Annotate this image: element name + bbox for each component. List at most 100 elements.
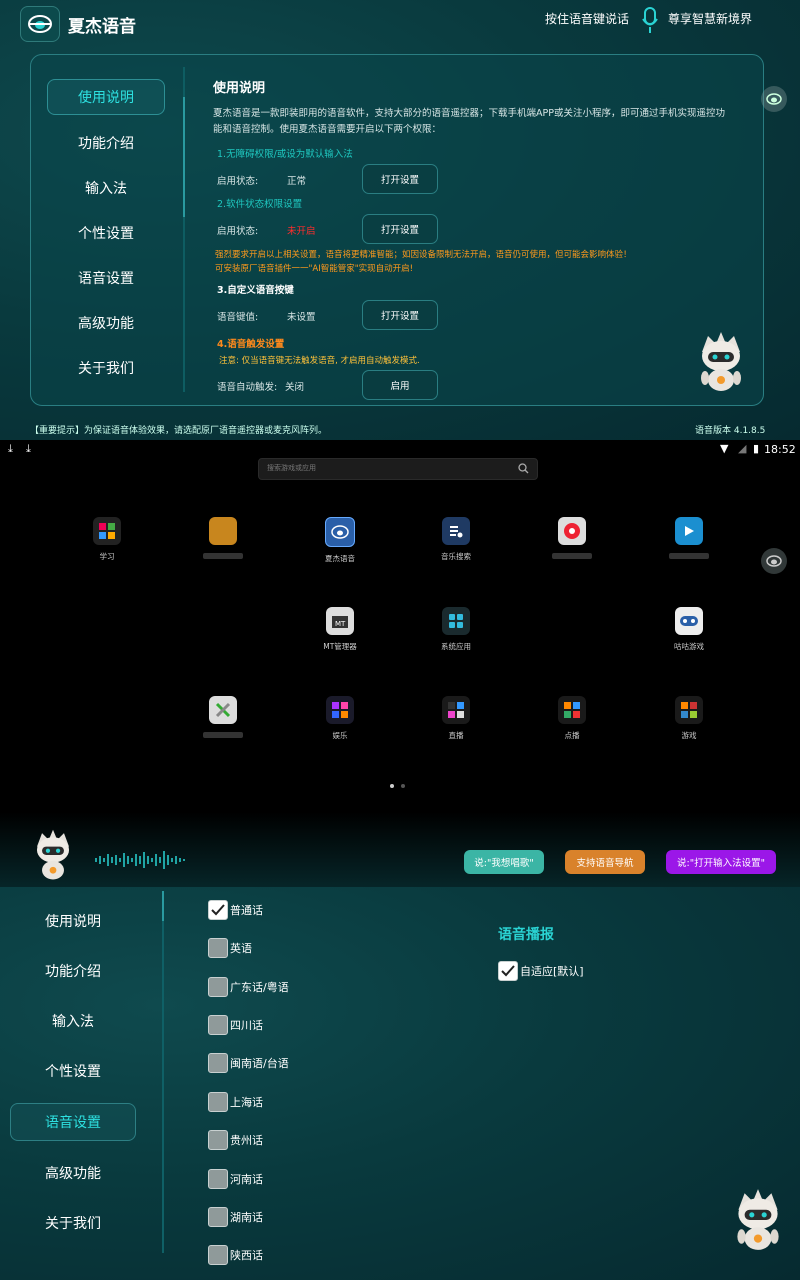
robot-mascot-icon: [694, 330, 748, 398]
language-checkbox[interactable]: 湖南话: [208, 1206, 263, 1228]
app-xiajie-voice[interactable]: 夏杰语音: [300, 517, 380, 563]
checkbox-checked-icon: [208, 900, 228, 920]
open-settings-button[interactable]: 打开设置: [362, 214, 438, 244]
suggestion-chip-navigation[interactable]: 支持语音导航: [565, 850, 645, 874]
system-apps-icon: [442, 607, 470, 635]
entertainment-icon: [326, 696, 354, 724]
sidebar-item-usage[interactable]: 使用说明: [10, 903, 136, 939]
suggestion-chip-input-settings[interactable]: 说:"打开输入法设置": [666, 850, 776, 874]
usage-screen: 夏杰语音 按住语音键说话 尊享智慧新境界 使用说明 功能介绍 输入法 个性设置 …: [0, 0, 800, 440]
app-gugu-games[interactable]: 咕咕游戏: [649, 607, 729, 651]
microphone-icon: [642, 6, 658, 34]
language-checkbox[interactable]: 陕西话: [208, 1244, 263, 1266]
status-bar: ⤓ ⤓ ▼ ◢ ▮ 18:52: [0, 440, 800, 460]
key-value: 未设置: [287, 312, 316, 323]
version-label: 语音版本 4.1.8.5: [695, 426, 766, 436]
checkbox-icon: [208, 1015, 228, 1035]
broadcast-checkbox[interactable]: 自适应[默认]: [498, 960, 584, 982]
mt-manager-icon: MT: [326, 607, 354, 635]
scrollbar[interactable]: [183, 67, 185, 392]
custom-key-row: 语音键值: 未设置 打开设置: [213, 300, 733, 330]
tools-icon: [209, 696, 237, 724]
sidebar-item-usage[interactable]: 使用说明: [47, 79, 165, 115]
live-icon: [442, 696, 470, 724]
open-settings-button[interactable]: 打开设置: [362, 300, 438, 330]
open-settings-button[interactable]: 打开设置: [362, 164, 438, 194]
status-value: 未开启: [287, 226, 316, 237]
checkbox-icon: [208, 1169, 228, 1189]
app-mt-manager[interactable]: MT MT管理器: [300, 607, 380, 651]
enable-button[interactable]: 启用: [362, 370, 438, 400]
language-checkbox[interactable]: 四川话: [208, 1014, 263, 1036]
svg-text:MT: MT: [335, 620, 346, 628]
app-study[interactable]: 学习: [67, 517, 147, 561]
app-system-apps[interactable]: 系统应用: [416, 607, 496, 651]
sidebar-item-voice[interactable]: 语音设置: [10, 1103, 136, 1141]
usage-content: 使用说明 夏杰语音是一款即装即用的语音软件，支持大部分的语音遥控器；下载手机端A…: [213, 77, 733, 400]
page-title: 使用说明: [213, 81, 266, 96]
gamepad-icon: [675, 607, 703, 635]
search-input[interactable]: 搜索游戏或应用: [258, 458, 538, 480]
language-checkbox[interactable]: 广东话/粤语: [208, 976, 289, 998]
checkbox-icon: [208, 1053, 228, 1073]
checkbox-icon: [208, 1207, 228, 1227]
sidebar-item-personal[interactable]: 个性设置: [47, 216, 165, 250]
section-permission-title: 2.软件状态权限设置: [217, 199, 303, 210]
suggestion-chip-sing[interactable]: 说:"我想唱歌": [464, 850, 544, 874]
sidebar-item-advanced[interactable]: 高级功能: [10, 1155, 136, 1191]
voice-settings-screen: 使用说明 功能介绍 输入法 个性设置 语音设置 高级功能 关于我们 普通话 英语…: [0, 887, 800, 1280]
video-icon: [675, 517, 703, 545]
trigger-row: 语音自动触发: 关闭 启用: [213, 370, 733, 400]
page-indicator-dot[interactable]: [390, 784, 394, 788]
app-blurred-2[interactable]: [532, 517, 612, 561]
status-label: 启用状态:: [217, 176, 259, 187]
sidebar-item-about[interactable]: 关于我们: [10, 1205, 136, 1241]
checkbox-icon: [208, 1130, 228, 1150]
language-checkbox[interactable]: 英语: [208, 937, 252, 959]
app-icon: [558, 517, 586, 545]
app-blurred-1[interactable]: [183, 517, 263, 561]
app-tools[interactable]: [183, 696, 263, 740]
app-music-search[interactable]: 音乐搜索: [416, 517, 496, 561]
page-indicator-dot[interactable]: [401, 784, 405, 788]
app-vod[interactable]: 点播: [532, 696, 612, 740]
sidebar-item-features[interactable]: 功能介绍: [47, 126, 165, 160]
app-entertainment[interactable]: 娱乐: [300, 696, 380, 740]
language-checkbox[interactable]: 闽南语/台语: [208, 1052, 289, 1074]
app-games[interactable]: 游戏: [649, 696, 729, 740]
floating-ball-icon[interactable]: [761, 548, 787, 574]
sound-wave-icon: [94, 850, 186, 874]
signal-icon: ◢: [738, 442, 747, 455]
sidebar-item-features[interactable]: 功能介绍: [10, 953, 136, 989]
language-checkbox[interactable]: 贵州话: [208, 1129, 263, 1151]
language-checkbox[interactable]: 上海话: [208, 1091, 263, 1113]
status-label: 启用状态:: [217, 226, 259, 237]
permission-row: 启用状态: 未开启 打开设置: [213, 214, 733, 244]
sidebar-item-input-method[interactable]: 输入法: [47, 171, 165, 205]
scrollbar[interactable]: [162, 891, 164, 1253]
trigger-label: 语音自动触发:: [217, 382, 278, 393]
voice-app-icon: [325, 517, 355, 547]
key-label: 语音键值:: [217, 312, 259, 323]
wifi-icon: ▼: [720, 442, 729, 455]
sidebar-item-input-method[interactable]: 输入法: [10, 1003, 136, 1039]
sidebar-item-advanced[interactable]: 高级功能: [47, 306, 165, 340]
app-live[interactable]: 直播: [416, 696, 496, 740]
sidebar-item-about[interactable]: 关于我们: [47, 351, 165, 385]
floating-ball-icon[interactable]: [761, 86, 787, 112]
robot-mascot-icon: [730, 1187, 786, 1257]
settings-panel: 使用说明 功能介绍 输入法 个性设置 语音设置 高级功能 关于我们 使用说明 夏…: [30, 54, 764, 406]
voice-broadcast-title: 语音播报: [498, 927, 554, 943]
download-icon: ⤓: [8, 442, 13, 455]
app-blurred-3[interactable]: [649, 517, 729, 561]
language-checkbox[interactable]: 河南话: [208, 1168, 263, 1190]
language-checkbox[interactable]: 普通话: [208, 899, 263, 921]
checkbox-checked-icon: [498, 961, 518, 981]
sidebar-item-voice[interactable]: 语音设置: [47, 261, 165, 295]
sidebar-item-personal[interactable]: 个性设置: [10, 1053, 136, 1089]
games-icon: [675, 696, 703, 724]
vod-icon: [558, 696, 586, 724]
clock: 18:52: [764, 443, 796, 456]
search-placeholder: 搜索游戏或应用: [267, 464, 316, 472]
accessibility-row: 启用状态: 正常 打开设置: [213, 164, 733, 194]
